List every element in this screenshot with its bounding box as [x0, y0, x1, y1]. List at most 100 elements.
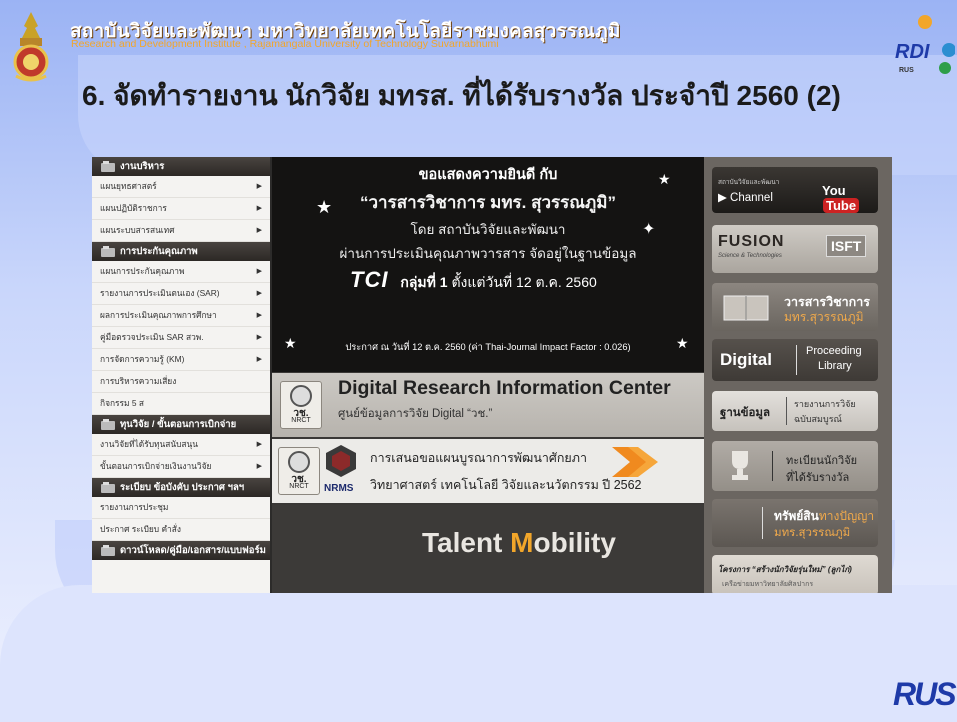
talent-mobility-banner[interactable]: Talent Mobility — [272, 505, 704, 593]
menu-section-title: การประกันคุณภาพ — [120, 246, 198, 257]
digital-proceeding-link[interactable]: Digital Proceeding Library — [712, 339, 878, 381]
menu-item-label: แผนยุทธศาสตร์ — [100, 181, 157, 191]
congrats-text: ขอแสดงความยินดี กับ — [418, 167, 558, 183]
new-researcher-project-link[interactable]: โครงการ “สร้างนักวิจัยรุ่นใหม่” (ลูกไก่)… — [712, 555, 878, 593]
sidebar-menu-item[interactable]: ประกาศ ระเบียบ คำสั่ง — [92, 519, 270, 541]
youtube-logo-icon: YouTube — [822, 183, 878, 213]
menu-section-title: งานบริหาร — [120, 161, 165, 172]
menu-item-label: งานวิจัยที่ได้รับทุนสนับสนุน — [100, 439, 198, 449]
sidebar-menu-item[interactable]: แผนการประกันคุณภาพ ▶ — [92, 261, 270, 283]
intellectual-property-link[interactable]: ทรัพย์สินทางปัญญา มทร.สุวรรณภูมิ — [712, 499, 878, 547]
dric-title: Digital Research Information Center — [338, 377, 671, 399]
chevron-right-icon: ▶ — [256, 183, 262, 190]
announce-line: ประกาศ ณ วันที่ 12 ต.ค. 2560 (ค่า Thai-J… — [345, 342, 631, 352]
award-researchers-link[interactable]: ทะเบียนนักวิจัย ที่ได้รับรางวัล — [712, 441, 878, 491]
tci-group: กลุ่มที่ 1 — [400, 274, 448, 290]
library-word: Library — [818, 360, 852, 372]
divider — [762, 507, 763, 539]
database-line2: ฉบับสมบูรณ์ — [794, 414, 842, 424]
talent-mobility-title: Talent Mobility — [422, 527, 616, 559]
research-database-link[interactable]: ฐานข้อมูล รายงานการวิจัย ฉบับสมบูรณ์ — [712, 391, 878, 431]
journal-name: “วารสารวิชาการ มทร. สุวรรณภูมิ” — [360, 193, 616, 212]
svg-text:RUS: RUS — [899, 67, 914, 74]
sidebar-menu-item[interactable]: การบริหารความเสี่ยง — [92, 371, 270, 393]
dric-banner[interactable]: วช. NRCT Digital Research Information Ce… — [272, 373, 704, 437]
sidebar-menu-item[interactable]: คู่มือตรวจประเมิน SAR สวพ. ▶ — [92, 327, 270, 349]
fusion-isft-link[interactable]: FUSION Science & Technologies ISFT — [712, 225, 878, 273]
menu-item-label: แผนปฏิบัติราชการ — [100, 203, 167, 213]
yt-channel: ▶ Channel — [718, 192, 773, 204]
menu-item-label: การบริหารความเสี่ยง — [100, 376, 177, 386]
slide-title: 6. จัดทำรายงาน นักวิจัย มทรส. ที่ได้รับร… — [82, 80, 841, 111]
menu-section-icon — [101, 419, 115, 430]
menu-section-title: ดาวน์โหลด/คู่มือ/เอกสาร/แบบฟอร์ม — [120, 545, 266, 556]
yt-small: สถาบันวิจัยและพัฒนา — [718, 179, 780, 186]
menu-item-label: ผลการประเมินคุณภาพการศึกษา — [100, 310, 217, 320]
sidebar-menu-item[interactable]: แผนยุทธศาสตร์ ▶ — [92, 176, 270, 198]
nrms-line1: การเสนอขอแผนบูรณาการพัฒนาศักยภา — [370, 451, 587, 465]
sidebar-menu-item[interactable]: ขั้นตอนการเบิกจ่ายเงินงานวิจัย ▶ — [92, 456, 270, 478]
banner-passed-line: ผ่านการประเมินคุณภาพวารสาร จัดอยู่ในฐานข… — [339, 246, 637, 261]
badge-english: NRCT — [289, 483, 309, 490]
sidebar-menu-item[interactable]: แผนปฏิบัติราชการ ▶ — [92, 198, 270, 220]
nrms-line2: วิทยาศาสตร์ เทคโนโลยี วิจัยและนวัตกรรม ป… — [370, 478, 642, 492]
book-icon — [723, 295, 769, 321]
chevron-right-icon: ▶ — [256, 205, 262, 212]
menu-section-icon — [101, 545, 115, 556]
menu-section-header: งานบริหาร — [92, 157, 270, 176]
svg-text:RDI: RDI — [895, 41, 930, 63]
sidebar-menu-item[interactable]: กิจกรรม 5 ส — [92, 393, 270, 415]
banner-by-line: โดย สถาบันวิจัยและพัฒนา — [410, 222, 566, 237]
chevron-right-icon: ▶ — [256, 334, 262, 341]
isft-logo: ISFT — [826, 235, 867, 257]
sidebar-menu-item[interactable]: ผลการประเมินคุณภาพการศึกษา ▶ — [92, 305, 270, 327]
digital-word: Digital — [720, 350, 772, 369]
nrms-label: NRMS — [324, 483, 354, 494]
menu-section-header: ทุนวิจัย / ขั้นตอนการเบิกจ่าย — [92, 415, 270, 434]
award-line1: ทะเบียนนักวิจัย — [786, 455, 858, 467]
menu-section-icon — [101, 482, 115, 493]
rus-logo-text: RUS — [893, 676, 957, 712]
menu-item-label: แผนระบบสารสนเทศ — [100, 225, 175, 235]
institution-name-english: Research and Development Institute , Raj… — [71, 38, 499, 50]
talent-word: Talent — [422, 527, 511, 558]
nrms-banner[interactable]: วช. NRCT NRMS การเสนอขอแผนบูรณาการพัฒนาศ… — [272, 439, 704, 503]
talent-m: M — [510, 527, 534, 558]
menu-section-icon — [101, 161, 115, 172]
chevron-right-icon: ▶ — [256, 290, 262, 297]
database-word: ฐานข้อมูล — [720, 407, 771, 419]
sidebar-menu-item[interactable]: งานวิจัยที่ได้รับทุนสนับสนุน ▶ — [92, 434, 270, 456]
menu-item-label: แผนการประกันคุณภาพ — [100, 266, 185, 276]
youtube-channel-link[interactable]: สถาบันวิจัยและพัฒนา ▶ Channel YouTube — [712, 167, 878, 213]
sidebar-menu-item[interactable]: การจัดการความรู้ (KM) ▶ — [92, 349, 270, 371]
journal-link[interactable]: วารสารวิชาการ มทร.สุวรรณภูมิ — [712, 283, 878, 331]
sidebar-menu-item[interactable]: แผนระบบสารสนเทศ ▶ — [92, 220, 270, 242]
menu-section-title: ระเบียบ ข้อบังคับ ประกาศ ฯลฯ — [120, 482, 245, 493]
menu-section-header: การประกันคุณภาพ — [92, 242, 270, 261]
rus-logo: RUS — [893, 676, 957, 713]
yt-tube: Tube — [823, 198, 860, 213]
nrms-hexagon-icon — [326, 445, 356, 477]
menu-item-label: คู่มือตรวจประเมิน SAR สวพ. — [100, 332, 204, 342]
menu-item-label: รายงานการประเมินตนเอง (SAR) — [100, 288, 220, 298]
nrct-seal-icon — [288, 451, 310, 473]
background-panel-bottom — [0, 585, 957, 722]
menu-item-label: ประกาศ ระเบียบ คำสั่ง — [100, 524, 181, 534]
nrct-badge: วช. NRCT — [278, 447, 320, 495]
yt-you: You — [822, 183, 846, 198]
sidebar-menu-item[interactable]: รายงานการประชุม — [92, 497, 270, 519]
divider — [772, 451, 773, 481]
journal-congrats-banner[interactable]: ★ ★ ✦ ★ ★ ขอแสดงความยินดี กับ “วารสารวิช… — [272, 157, 704, 372]
nrct-badge: วช. NRCT — [280, 381, 322, 429]
divider — [796, 345, 797, 375]
menu-item-label: การจัดการความรู้ (KM) — [100, 354, 185, 364]
chevron-right-icon: ▶ — [256, 268, 262, 275]
ip-line2: มทร.สุวรรณภูมิ — [774, 527, 851, 539]
nrct-seal-icon — [290, 385, 312, 407]
database-line1: รายงานการวิจัย — [794, 399, 856, 409]
badge-english: NRCT — [291, 417, 311, 424]
sidebar-menu-item[interactable]: รายงานการประเมินตนเอง (SAR) ▶ — [92, 283, 270, 305]
ip-word-2: ทางปัญญา — [818, 509, 875, 523]
menu-section-icon — [101, 246, 115, 257]
chevron-right-icon: ▶ — [256, 312, 262, 319]
